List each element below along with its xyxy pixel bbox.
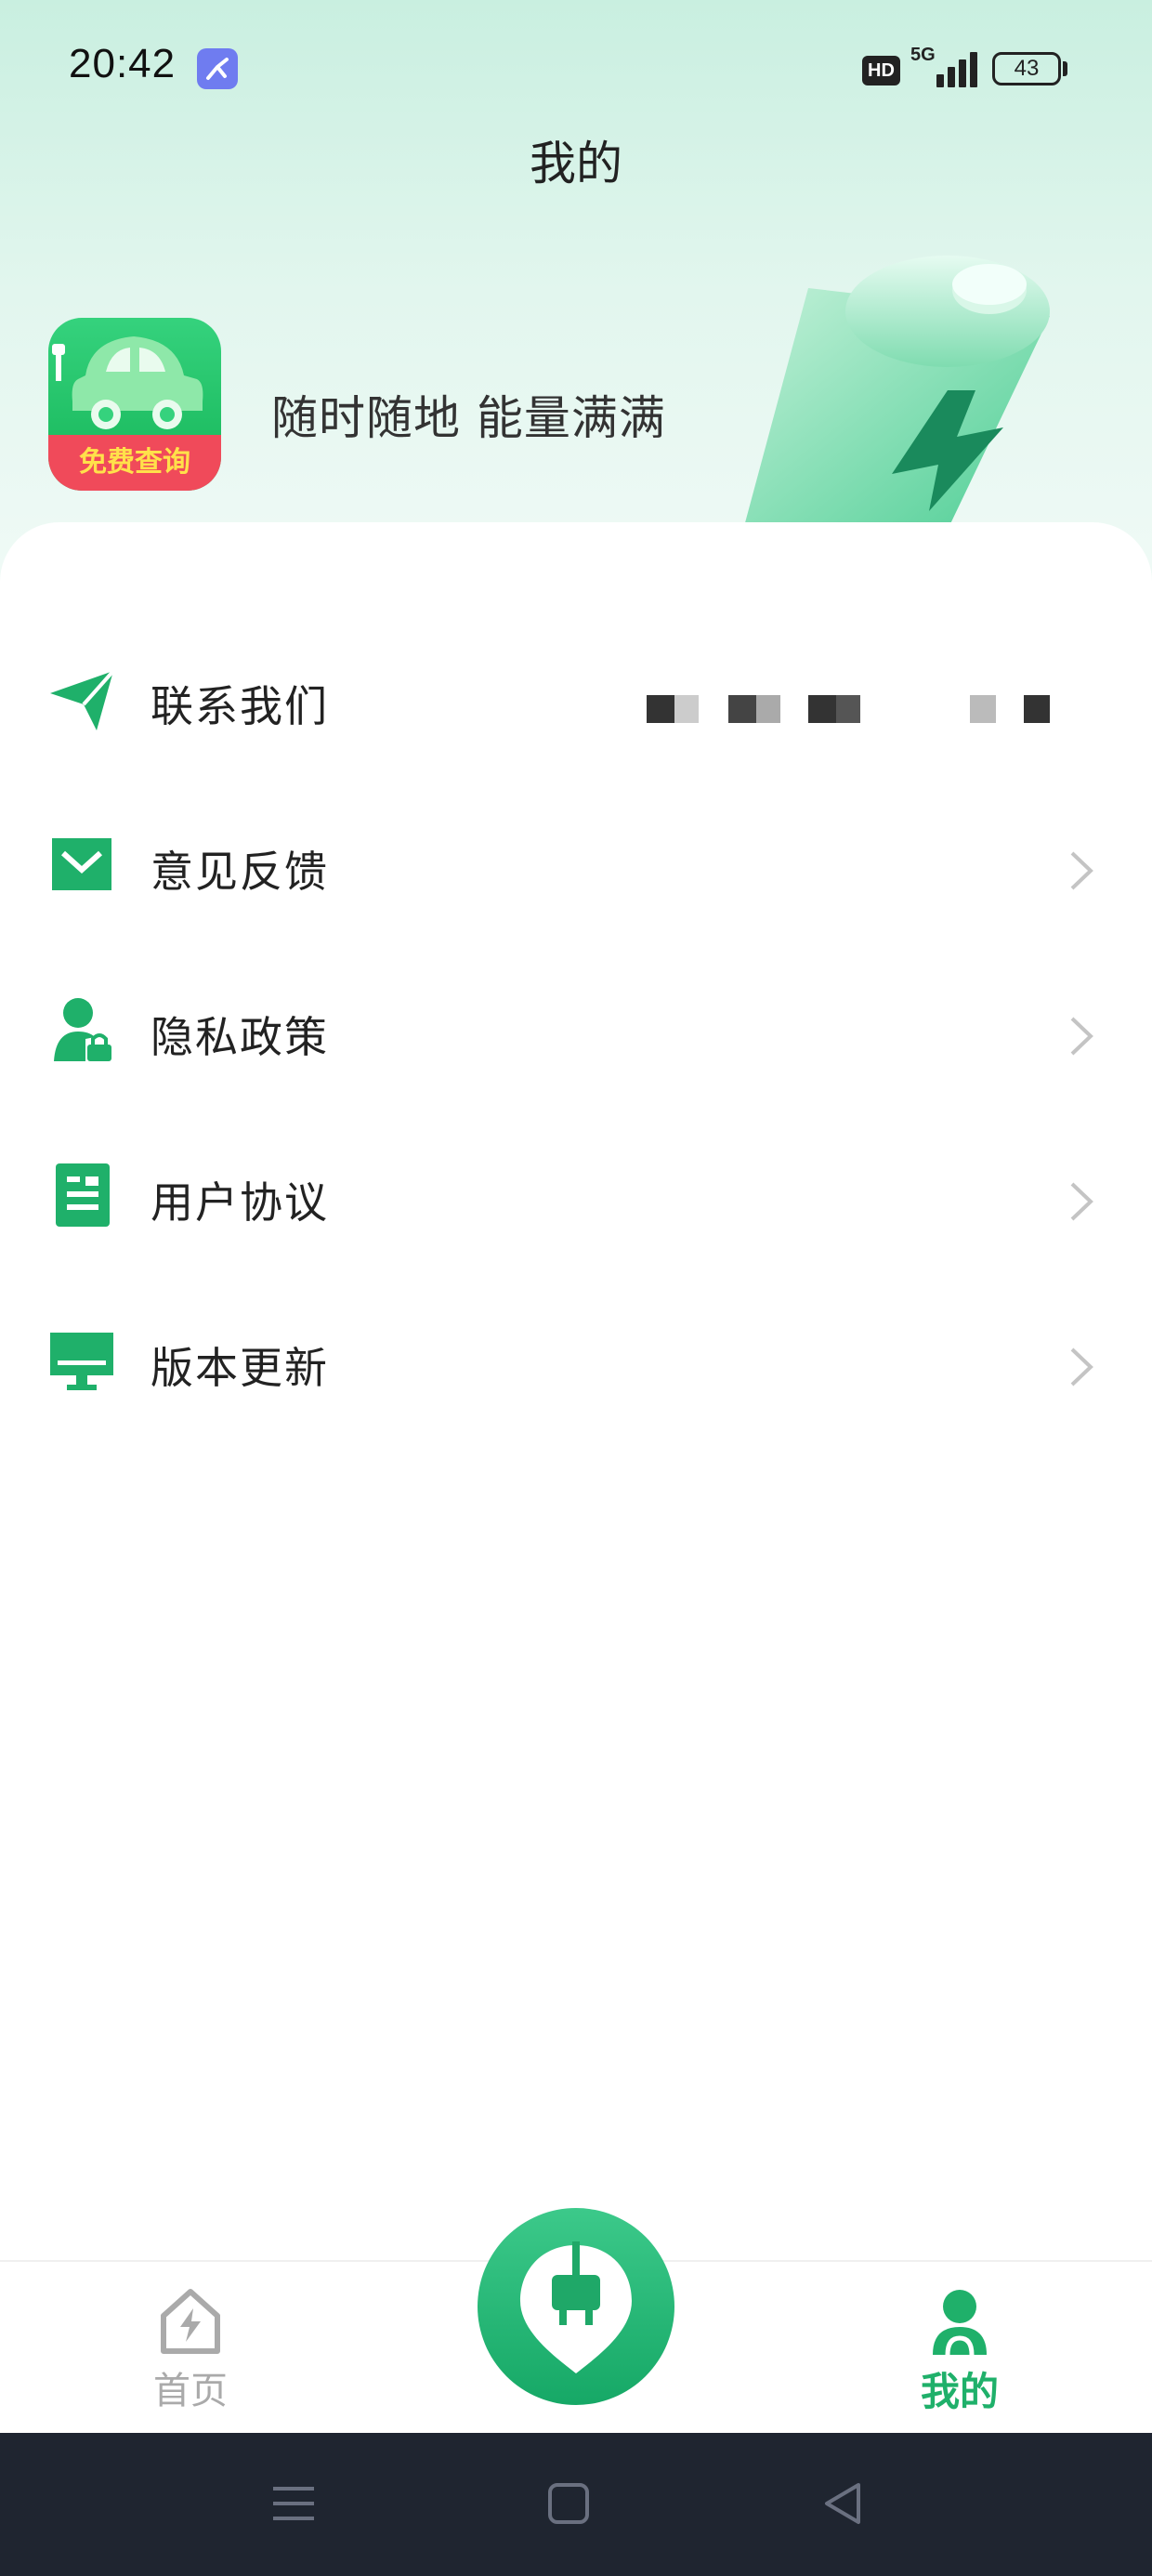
mail-icon <box>48 831 115 898</box>
chevron-right-icon <box>1065 848 1098 894</box>
system-nav-bar <box>0 2433 1152 2576</box>
network-type: 5G <box>910 45 936 65</box>
menu-label: 联系我们 <box>151 681 329 731</box>
menu-item-version-update[interactable]: 版本更新 <box>0 1281 1152 1439</box>
home-square-icon[interactable] <box>541 2476 596 2531</box>
charge-station-fab[interactable] <box>478 2208 674 2405</box>
user-lock-icon <box>48 996 115 1063</box>
battery-tip <box>1063 61 1067 76</box>
app-logo: 免费查询 <box>48 318 221 491</box>
contact-info-redacted <box>645 695 1081 723</box>
menu-item-contact-us[interactable]: 联系我们 <box>0 619 1152 777</box>
status-time: 20:42 <box>69 41 177 86</box>
menu-label: 隐私政策 <box>151 1012 329 1062</box>
menu-item-user-agreement[interactable]: 用户协议 <box>0 1115 1152 1273</box>
menu-icon[interactable] <box>266 2476 321 2531</box>
monitor-icon <box>48 1327 115 1394</box>
battery-icon: 43 <box>992 52 1061 85</box>
menu-label: 用户协议 <box>151 1177 329 1228</box>
menu-label: 意见反馈 <box>151 847 329 897</box>
notification-app-icon <box>197 48 238 89</box>
hd-badge: HD <box>862 56 900 85</box>
nav-mine-label: 我的 <box>920 2369 999 2414</box>
status-bar: 20:42 HD 5G 43 <box>0 0 1152 138</box>
menu-card: 联系我们 意见反馈 隐私政策 用户协议 版本更新 <box>0 522 1152 2288</box>
page-title: 我的 <box>530 137 622 191</box>
chevron-right-icon <box>1065 1013 1098 1059</box>
back-icon[interactable] <box>816 2476 871 2531</box>
logo-badge: 免费查询 <box>48 435 221 491</box>
chevron-right-icon <box>1065 1178 1098 1225</box>
battery-illustration <box>669 232 1115 530</box>
nav-home-label: 首页 <box>153 2370 228 2412</box>
nav-tab-mine[interactable]: 我的 <box>899 2288 1020 2418</box>
charging-plug-icon <box>520 2241 632 2373</box>
slogan: 随时随地 能量满满 <box>271 391 666 445</box>
menu-label: 版本更新 <box>151 1343 329 1393</box>
document-icon <box>48 1162 115 1229</box>
car-icon <box>52 336 203 429</box>
send-icon <box>48 665 115 732</box>
chevron-right-icon <box>1065 1344 1098 1390</box>
nav-tab-home[interactable]: 首页 <box>130 2288 251 2418</box>
signal-icon <box>935 50 979 87</box>
menu-item-privacy-policy[interactable]: 隐私政策 <box>0 950 1152 1108</box>
home-lightning-icon <box>161 2289 220 2354</box>
user-icon <box>933 2290 987 2355</box>
menu-item-feedback[interactable]: 意见反馈 <box>0 784 1152 942</box>
